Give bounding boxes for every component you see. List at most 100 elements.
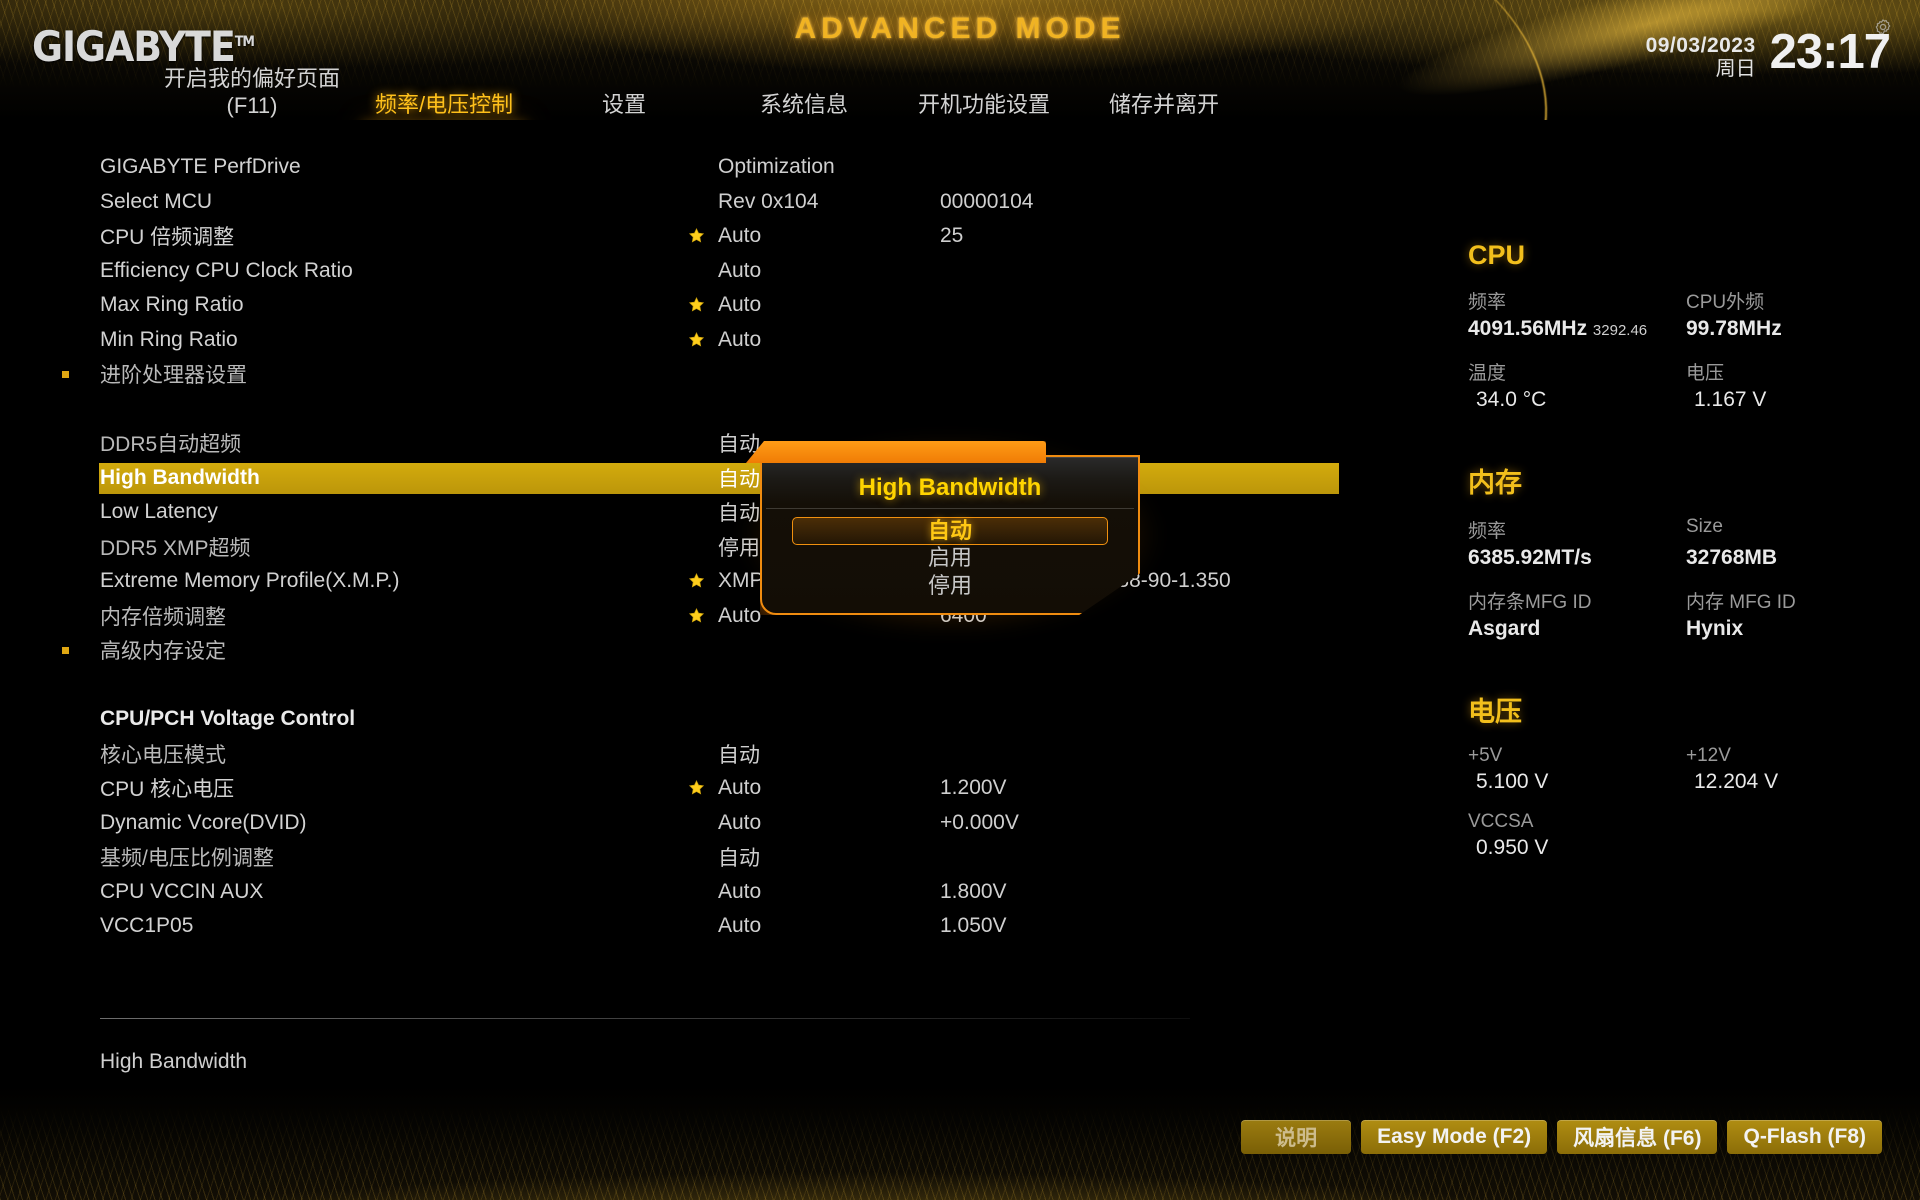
vccsa-value: 0.950 V	[1476, 836, 1549, 859]
setting-value: Auto	[718, 224, 762, 248]
date-text: 09/03/2023	[1645, 34, 1756, 57]
popup-option-list: 自动 启用 停用	[760, 517, 1140, 601]
memory-section: 内存 频率 Size 6385.92MT/s 32768MB 内存条MFG ID…	[1468, 461, 1908, 648]
setting-value: Rev 0x104	[718, 189, 819, 213]
cpu-voltage-label: 电压	[1686, 363, 1725, 384]
clock-text: 23:17	[1769, 25, 1891, 79]
setting-value: Auto	[718, 293, 762, 317]
settings-row[interactable]: VCC1P05 Auto 1.050V	[0, 909, 1180, 944]
settings-row[interactable]: Min Ring Ratio Auto	[0, 323, 1180, 358]
settings-row[interactable]: 基频/电压比例调整 自动	[0, 840, 1180, 875]
nav-item-favorites[interactable]: 开启我的偏好页面 (F11)	[150, 58, 354, 120]
settings-row[interactable]: 核心电压模式 自动	[0, 737, 1180, 772]
setting-label: CPU/PCH Voltage Control	[100, 707, 356, 731]
nav-item-label: 系统信息	[760, 92, 849, 117]
setting-value: Auto	[718, 914, 762, 938]
setting-label: CPU 核心电压	[100, 778, 235, 802]
setting-label: Extreme Memory Profile(X.M.P.)	[100, 569, 400, 593]
memory-freq-value: 6385.92MT/s	[1468, 546, 1592, 569]
function-key-bar: 说明 Easy Mode (F2) 风扇信息 (F6) Q-Flash (F8)	[1241, 1120, 1882, 1154]
function-key-button[interactable]: Q-Flash (F8)	[1727, 1120, 1882, 1154]
popup-option[interactable]: 停用	[792, 573, 1108, 601]
setting-value: Auto	[718, 810, 762, 834]
modified-star-icon	[688, 331, 705, 347]
settings-row[interactable]: CPU 核心电压 Auto 1.200V	[0, 771, 1180, 806]
voltage-spacer2	[1686, 836, 1908, 867]
setting-value-secondary: +0.000V	[940, 810, 1019, 834]
memory-size-label: Size	[1686, 516, 1723, 537]
nav-item-label: 设置	[602, 92, 647, 117]
dram-mfg-value: Hynix	[1686, 617, 1744, 640]
submenu-bullet-icon	[62, 647, 69, 655]
cpu-freq-value: 4091.56MHz 3292.46	[1468, 317, 1686, 348]
settings-row[interactable]: Dynamic Vcore(DVID) Auto +0.000V	[0, 806, 1180, 841]
setting-value: Auto	[718, 327, 762, 351]
module-mfg-label: 内存条MFG ID	[1468, 592, 1592, 613]
settings-row[interactable]: Max Ring Ratio Auto	[0, 288, 1180, 323]
setting-value: 自动	[718, 847, 760, 871]
cpu-voltage-value: 1.167 V	[1694, 388, 1767, 411]
function-key-button[interactable]: Easy Mode (F2)	[1361, 1120, 1548, 1154]
modified-star-icon	[688, 227, 705, 244]
setting-value-secondary: 1.050V	[940, 914, 1007, 938]
vccsa-label: VCCSA	[1468, 811, 1534, 832]
weekday-text: 周日	[1715, 58, 1756, 81]
popup-option[interactable]: 启用	[792, 545, 1108, 573]
popup-divider	[766, 508, 1134, 509]
settings-row[interactable]: CPU VCCIN AUX Auto 1.800V	[0, 875, 1180, 910]
settings-row[interactable]: 进阶处理器设置	[0, 357, 1180, 392]
main-navigation: 开启我的偏好页面 (F11) 频率/电压控制 设置 系统信息 开机功能设置 储存并离开	[150, 58, 1254, 120]
settings-row[interactable]: CPU 倍频调整 Auto 25	[0, 219, 1180, 254]
setting-label: Efficiency CPU Clock Ratio	[100, 258, 353, 282]
help-separator	[100, 1018, 1190, 1019]
setting-label: 核心电压模式	[100, 743, 226, 767]
setting-label: Select MCU	[100, 189, 213, 213]
cpu-temp-value: 34.0 °C	[1476, 388, 1547, 411]
v12-value: 12.204 V	[1694, 770, 1779, 793]
nav-item-2[interactable]: 系统信息	[714, 84, 894, 120]
nav-item-0[interactable]: 频率/电压控制	[354, 84, 534, 120]
settings-row[interactable]: GIGABYTE PerfDrive Optimization	[0, 150, 1180, 185]
submenu-bullet-icon	[62, 371, 69, 379]
datetime-display: 09/03/2023 周日 23:17	[1645, 25, 1891, 81]
nav-item-3[interactable]: 开机功能设置	[894, 84, 1074, 120]
setting-value-secondary: 1.800V	[940, 879, 1007, 903]
setting-value: Auto	[718, 776, 762, 800]
setting-value: Optimization	[718, 155, 835, 179]
memory-freq-label: 频率	[1468, 521, 1507, 542]
cpu-bclk-value: 99.78MHz	[1686, 317, 1782, 340]
settings-row[interactable]: Select MCU Rev 0x104 00000104	[0, 185, 1180, 220]
nav-item-4[interactable]: 储存并离开	[1074, 84, 1254, 120]
setting-label: Min Ring Ratio	[100, 327, 238, 351]
cpu-temp-label: 温度	[1468, 363, 1507, 384]
popup-title: High Bandwidth	[858, 474, 1042, 501]
settings-row[interactable]: CPU/PCH Voltage Control	[0, 702, 1180, 737]
setting-label: 内存倍频调整	[100, 605, 226, 629]
nav-item-label: 频率/电压控制	[374, 92, 514, 117]
popup-top-strip	[746, 441, 1046, 463]
modified-star-icon	[688, 331, 705, 348]
option-popup-dialog[interactable]: High Bandwidth 自动 启用 停用	[744, 439, 1156, 631]
function-key-button[interactable]: 风扇信息 (F6)	[1557, 1120, 1718, 1154]
setting-label: High Bandwidth	[100, 465, 260, 489]
settings-row[interactable]: Efficiency CPU Clock Ratio Auto	[0, 254, 1180, 289]
nav-item-1[interactable]: 设置	[534, 84, 714, 120]
setting-value-secondary: 25	[940, 224, 964, 248]
v12-label: +12V	[1686, 745, 1731, 766]
popup-option[interactable]: 自动	[792, 517, 1108, 545]
modified-star-icon	[688, 573, 705, 588]
modified-star-icon	[688, 607, 705, 624]
cpu-section: CPU 频率 CPU外频 4091.56MHz 3292.46 99.78MHz…	[1468, 240, 1908, 419]
modified-star-icon	[688, 228, 705, 243]
modified-star-icon	[688, 297, 705, 312]
cpu-bclk-label: CPU外频	[1686, 292, 1765, 313]
voltage-spacer	[1686, 804, 1908, 833]
function-key-button[interactable]: 说明	[1241, 1120, 1352, 1154]
setting-value: Auto	[718, 879, 762, 903]
setting-label: Dynamic Vcore(DVID)	[100, 810, 307, 834]
modified-star-icon	[688, 296, 705, 313]
setting-label: DDR5自动超频	[100, 433, 242, 457]
setting-value: 自动	[718, 743, 760, 767]
settings-row[interactable]: 高级内存设定	[0, 633, 1180, 668]
